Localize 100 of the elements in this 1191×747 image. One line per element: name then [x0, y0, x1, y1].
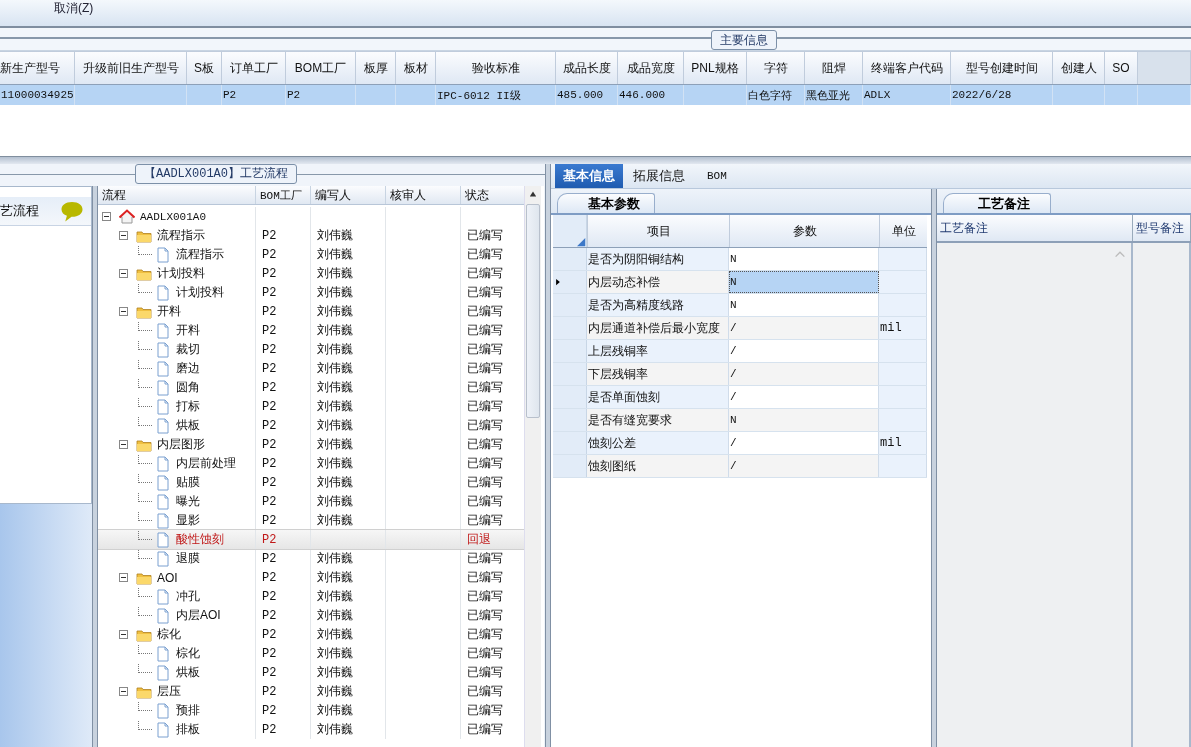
value-cell[interactable]: / [729, 317, 879, 339]
tree-node-label: 棕化 [176, 645, 200, 662]
value-cell[interactable]: N [729, 248, 879, 270]
document-icon [155, 721, 171, 738]
tree-node-label: 计划投料 [176, 284, 224, 301]
column-header[interactable]: 核审人 [386, 186, 461, 204]
row-header[interactable] [553, 248, 587, 270]
column-header[interactable]: 字符 [747, 52, 805, 84]
table-cell: P2 [262, 475, 277, 490]
table-cell: 内层动态补偿 [588, 273, 660, 291]
column-header[interactable]: 阻焊 [805, 52, 863, 84]
value-cell[interactable]: / [729, 363, 879, 385]
column-header[interactable]: 型号创建时间 [951, 52, 1053, 84]
value-cell[interactable]: N [729, 409, 879, 431]
collapse-icon[interactable] [119, 231, 128, 240]
collapse-icon[interactable] [119, 573, 128, 582]
scrollbar[interactable] [524, 186, 541, 747]
column-header[interactable]: BOM工厂 [256, 186, 311, 204]
row-header[interactable] [553, 409, 587, 431]
table-cell: 已编写 [467, 322, 503, 339]
column-header[interactable]: 单位 [879, 215, 927, 247]
column-header[interactable]: 终端客户代码 [863, 52, 951, 84]
table-cell: 刘伟巍 [317, 455, 353, 472]
column-header[interactable]: 项目 [587, 215, 729, 247]
cancel-button[interactable]: 取消(Z) [50, 0, 98, 16]
table-cell: 11000034925 [1, 89, 74, 101]
value-cell[interactable]: N [729, 294, 879, 316]
column-header[interactable]: 编写人 [311, 186, 386, 204]
table-cell: 已编写 [467, 455, 503, 472]
value-cell[interactable]: / [729, 340, 879, 362]
table-cell: P2 [262, 627, 277, 642]
table-cell: P2 [262, 703, 277, 718]
value-cell[interactable]: / [729, 432, 879, 454]
column-header[interactable]: 验收标准 [436, 52, 556, 84]
column-header[interactable]: 升级前旧生产型号 [75, 52, 187, 84]
column-header[interactable]: 成品宽度 [618, 52, 684, 84]
collapse-icon[interactable] [119, 630, 128, 639]
tree-node-label: AADLX001A0 [140, 210, 206, 223]
sidebar-item[interactable]: 艺流程 [0, 197, 91, 226]
table-cell: P2 [262, 418, 277, 433]
collapse-icon[interactable] [102, 212, 111, 221]
notes-area[interactable] [937, 243, 1133, 747]
table-cell: 已编写 [467, 246, 503, 263]
document-icon [155, 322, 171, 339]
table-cell: P2 [262, 399, 277, 414]
table-cell: 刘伟巍 [317, 493, 353, 510]
table-cell: 刘伟巍 [317, 360, 353, 377]
column-header[interactable]: 订单工厂 [222, 52, 286, 84]
table-cell: 上层残铜率 [588, 342, 648, 360]
collapse-icon[interactable] [119, 269, 128, 278]
table-cell: P2 [262, 247, 277, 262]
row-header[interactable] [553, 317, 587, 339]
column-header[interactable]: PNL规格 [684, 52, 747, 84]
row-header[interactable] [553, 340, 587, 362]
row-header[interactable] [553, 455, 587, 477]
splitter[interactable] [0, 156, 1191, 164]
table-cell: P2 [262, 437, 277, 452]
row-header[interactable] [553, 294, 587, 316]
document-icon [155, 588, 171, 605]
collapse-icon[interactable] [119, 440, 128, 449]
column-header[interactable]: 参数 [729, 215, 879, 247]
table-row[interactable]: 11000034925 P2 P2 IPC-6012 II级 485.000 446.000 白色字符 黑色亚光 ADLX 2022/6/28 [0, 85, 1191, 105]
table-cell: 已编写 [467, 664, 503, 681]
row-header[interactable] [553, 386, 587, 408]
table-cell: 下层残铜率 [588, 365, 648, 383]
column-header[interactable]: 型号备注 [1133, 215, 1191, 241]
value-cell[interactable]: / [729, 386, 879, 408]
tab[interactable]: 拓展信息 [625, 164, 693, 188]
collapse-icon[interactable] [119, 687, 128, 696]
tree-node-label: 棕化 [157, 626, 181, 643]
tab[interactable]: 基本参数 [557, 193, 655, 213]
document-icon [155, 341, 171, 358]
row-header[interactable] [553, 271, 587, 293]
tree-node-label: 开料 [157, 303, 181, 320]
tree-node-label: 计划投料 [157, 265, 205, 282]
tab[interactable]: BOM [695, 164, 739, 188]
column-header[interactable]: 工艺备注 [937, 215, 1133, 241]
column-header[interactable]: 新生产型号 [0, 52, 75, 84]
table-cell: 是否为阴阳铜结构 [588, 250, 684, 268]
value-cell[interactable]: / [729, 455, 879, 477]
column-header[interactable]: BOM工厂 [286, 52, 356, 84]
column-header[interactable]: 流程 [98, 186, 256, 204]
tree-node-label: 内层AOI [176, 607, 221, 624]
column-header[interactable]: 板材 [396, 52, 436, 84]
collapse-icon[interactable] [119, 307, 128, 316]
column-header[interactable]: 创建人 [1053, 52, 1105, 84]
tab[interactable]: 工艺备注 [943, 193, 1051, 213]
column-header[interactable]: 成品长度 [556, 52, 618, 84]
table-cell: P2 [262, 684, 277, 699]
column-header[interactable]: 板厚 [356, 52, 396, 84]
scroll-thumb[interactable] [526, 204, 540, 418]
row-header[interactable] [553, 432, 587, 454]
value-cell[interactable]: N [729, 271, 879, 293]
notes-area[interactable] [1133, 243, 1191, 747]
table-cell: 已编写 [467, 550, 503, 567]
row-header[interactable] [553, 363, 587, 385]
tab[interactable]: 基本信息 [555, 164, 623, 188]
group-title: 【AADLX001A0】工艺流程 [135, 164, 297, 184]
splitter[interactable] [931, 189, 937, 747]
column-header[interactable]: S板 [187, 52, 222, 84]
